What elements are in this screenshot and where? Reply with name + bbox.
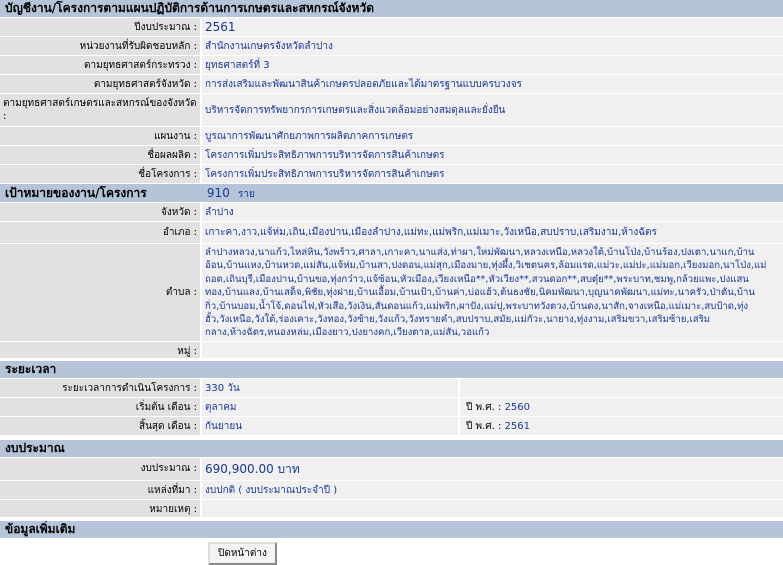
main-row-value: บูรณาการพัฒนาศักยภาพการผลิตภาคการเกษตร (200, 127, 783, 145)
budget-amount-value: 690,900.00 บาท (200, 457, 783, 480)
budget-note-value (200, 499, 783, 517)
budget-note-label: หมายเหตุ : (0, 499, 200, 517)
main-row: ชื่อโครงการ : โครงการเพิ่มประสิทธิภาพการบ… (0, 165, 783, 184)
main-row-label: แผนงาน : (0, 127, 200, 145)
main-row-value: การส่งเสริมและพัฒนาสินค้าเกษตรปลอดภัยและ… (200, 75, 783, 93)
main-row-label: ปีงบประมาณ : (0, 18, 200, 36)
section-target-title: เป้าหมายของงาน/โครงการ (5, 186, 147, 200)
main-row-value: ยุทธศาสตร์ที่ 3 (200, 56, 783, 74)
main-row-label: ตามยุทธศาสตร์จังหวัด : (0, 75, 200, 93)
page: บัญชีงาน/โครงการตามแผนปฏิบัติการด้านการเ… (0, 0, 783, 565)
start-label: เริ่มต้น เดือน : (0, 397, 200, 416)
village-row: หมู่ : (0, 341, 783, 359)
main-row-value: สำนักงานเกษตรจังหวัดลำปาง (200, 37, 783, 55)
budget-note-row: หมายเหตุ : (0, 499, 783, 518)
duration-value: 330 วัน (200, 378, 458, 397)
main-row-label: หน่วยงานที่รับผิดชอบหลัก : (0, 37, 200, 55)
end-year: 2561 (504, 420, 531, 432)
main-row-value: บริหารจัดการทรัพยากรการเกษตรและสิ่งแวดล้… (200, 94, 783, 126)
budget-source-row: แหล่งที่มา : งบปกติ ( งบประมาณประจำปี ) (0, 480, 783, 500)
start-year-label: ปี พ.ศ. : (466, 401, 502, 413)
budget-amount-row: งบประมาณ : 690,900.00 บาท (0, 457, 783, 481)
subdistrict-row: ตำบล : ลำปางหลวง,นาแก้ว,ไหล่หิน,วังพร้าว… (0, 244, 783, 342)
village-value (200, 341, 783, 358)
main-row-value: 2561 (200, 18, 783, 36)
section-header-period: ระยะเวลา (0, 360, 783, 379)
budget-amount-label: งบประมาณ : (0, 457, 200, 480)
subdistrict-label: ตำบล : (0, 244, 200, 341)
main-row: ตามยุทธศาสตร์เกษตรและสหกรณ์ของจังหวัด :บ… (0, 94, 783, 127)
duration-label: ระยะเวลาการดำเนินโครงการ : (0, 378, 200, 397)
main-row: ตามยุทธศาสตร์กระทรวง : ยุทธศาสตร์ที่ 3 (0, 56, 783, 75)
end-row: สิ้นสุด เดือน : กันยายน ปี พ.ศ. : 2561 (0, 416, 783, 436)
main-row: หน่วยงานที่รับผิดชอบหลัก : สำนักงานเกษตรจ… (0, 37, 783, 56)
budget-source-label: แหล่งที่มา : (0, 480, 200, 499)
main-row: ตามยุทธศาสตร์จังหวัด : การส่งเสริมและพัฒน… (0, 75, 783, 94)
section-header-target: เป้าหมายของงาน/โครงการ 910 ราย (0, 184, 783, 203)
start-month: ตุลาคม (200, 397, 458, 416)
main-row-label: ตามยุทธศาสตร์กระทรวง : (0, 56, 200, 74)
main-row: ปีงบประมาณ :2561 (0, 18, 783, 37)
district-value: เกาะคา,งาว,แจ้ห่ม,เถิน,เมืองปาน,เมืองลำป… (200, 222, 783, 243)
main-row-value: โครงการเพิ่มประสิทธิภาพการบริหารจัดการสิ… (200, 146, 783, 164)
subdistrict-value: ลำปางหลวง,นาแก้ว,ไหล่หิน,วังพร้าว,ศาลา,เ… (200, 244, 783, 341)
duration-row: ระยะเวลาการดำเนินโครงการ : 330 วัน (0, 378, 783, 398)
main-row: แผนงาน : บูรณาการพัฒนาศักยภาพการผลิตภาคกา… (0, 127, 783, 146)
section-header-more: ข้อมูลเพิ่มเติม (0, 520, 783, 539)
main-row-label: ตามยุทธศาสตร์เกษตรและสหกรณ์ของจังหวัด : (0, 94, 200, 126)
start-year: 2560 (504, 401, 531, 413)
section-header-main: บัญชีงาน/โครงการตามแผนปฏิบัติการด้านการเ… (0, 0, 783, 18)
end-year-label: ปี พ.ศ. : (466, 420, 502, 432)
district-row: อำเภอ : เกาะคา,งาว,แจ้ห่ม,เถิน,เมืองปาน,… (0, 222, 783, 244)
budget-source-value: งบปกติ ( งบประมาณประจำปี ) (200, 480, 783, 499)
main-row-label: ชื่อผลผลิต : (0, 146, 200, 164)
close-window-button[interactable]: ปิดหน้าต่าง (208, 541, 277, 565)
section-header-budget: งบประมาณ (0, 439, 783, 458)
province-label: จังหวัด : (0, 203, 200, 221)
end-month: กันยายน (200, 416, 458, 435)
target-unit: ราย (238, 189, 255, 200)
main-row-label: ชื่อโครงการ : (0, 165, 200, 183)
province-row: จังหวัด : ลำปาง (0, 203, 783, 222)
end-label: สิ้นสุด เดือน : (0, 416, 200, 435)
start-row: เริ่มต้น เดือน : ตุลาคม ปี พ.ศ. : 2560 (0, 397, 783, 417)
village-label: หมู่ : (0, 341, 200, 358)
target-count: 910 (206, 186, 230, 200)
main-info-table: ปีงบประมาณ :2561 หน่วยงานที่รับผิดชอบหลัก… (0, 18, 783, 184)
main-row: ชื่อผลผลิต : โครงการเพิ่มประสิทธิภาพการบร… (0, 146, 783, 165)
district-label: อำเภอ : (0, 222, 200, 243)
main-row-value: โครงการเพิ่มประสิทธิภาพการบริหารจัดการสิ… (200, 165, 783, 183)
duration-empty-cell (458, 378, 783, 397)
province-value: ลำปาง (200, 203, 783, 221)
